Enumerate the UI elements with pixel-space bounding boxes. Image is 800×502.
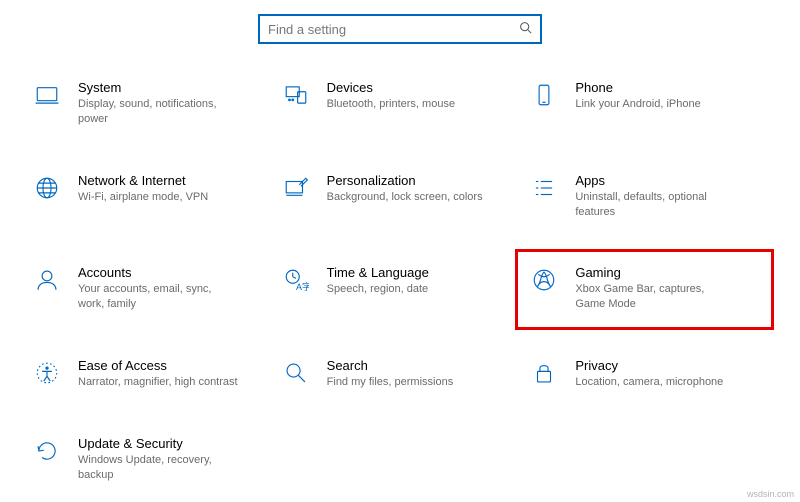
- category-desc: Find my files, permissions: [327, 375, 487, 390]
- category-time-language[interactable]: A字 Time & Language Speech, region, date: [281, 259, 520, 318]
- watermark: wsdsin.com: [747, 489, 794, 499]
- category-desc: Your accounts, email, sync, work, family: [78, 282, 238, 312]
- category-desc: Bluetooth, printers, mouse: [327, 97, 487, 112]
- category-search[interactable]: Search Find my files, permissions: [281, 352, 520, 396]
- category-title: Apps: [575, 173, 762, 188]
- devices-icon: [281, 80, 311, 110]
- category-title: Search: [327, 358, 514, 373]
- category-gaming[interactable]: Gaming Xbox Game Bar, captures, Game Mod…: [529, 259, 768, 318]
- category-desc: Display, sound, notifications, power: [78, 97, 238, 127]
- category-desc: Narrator, magnifier, high contrast: [78, 375, 238, 390]
- category-title: Devices: [327, 80, 514, 95]
- category-title: Privacy: [575, 358, 762, 373]
- phone-icon: [529, 80, 559, 110]
- category-title: Ease of Access: [78, 358, 265, 373]
- xbox-icon: [529, 265, 559, 295]
- svg-text:A字: A字: [296, 281, 309, 292]
- category-update-security[interactable]: Update & Security Windows Update, recove…: [32, 430, 271, 489]
- category-phone[interactable]: Phone Link your Android, iPhone: [529, 74, 768, 133]
- search-category-icon: [281, 358, 311, 388]
- system-icon: [32, 80, 62, 110]
- category-desc: Link your Android, iPhone: [575, 97, 735, 112]
- category-desc: Wi-Fi, airplane mode, VPN: [78, 190, 238, 205]
- personalization-icon: [281, 173, 311, 203]
- ease-of-access-icon: [32, 358, 62, 388]
- category-devices[interactable]: Devices Bluetooth, printers, mouse: [281, 74, 520, 133]
- category-title: Personalization: [327, 173, 514, 188]
- category-title: Network & Internet: [78, 173, 265, 188]
- category-accounts[interactable]: Accounts Your accounts, email, sync, wor…: [32, 259, 271, 318]
- category-title: Time & Language: [327, 265, 514, 280]
- category-desc: Location, camera, microphone: [575, 375, 735, 390]
- category-desc: Xbox Game Bar, captures, Game Mode: [575, 282, 735, 312]
- search-input-box[interactable]: [258, 14, 542, 44]
- category-system[interactable]: System Display, sound, notifications, po…: [32, 74, 271, 133]
- time-language-icon: A字: [281, 265, 311, 295]
- apps-icon: [529, 173, 559, 203]
- globe-icon: [32, 173, 62, 203]
- category-privacy[interactable]: Privacy Location, camera, microphone: [529, 352, 768, 396]
- category-title: System: [78, 80, 265, 95]
- category-apps[interactable]: Apps Uninstall, defaults, optional featu…: [529, 167, 768, 226]
- search-container: [0, 0, 800, 74]
- category-network[interactable]: Network & Internet Wi-Fi, airplane mode,…: [32, 167, 271, 226]
- category-ease-of-access[interactable]: Ease of Access Narrator, magnifier, high…: [32, 352, 271, 396]
- lock-icon: [529, 358, 559, 388]
- category-title: Phone: [575, 80, 762, 95]
- category-personalization[interactable]: Personalization Background, lock screen,…: [281, 167, 520, 226]
- category-desc: Windows Update, recovery, backup: [78, 453, 238, 483]
- category-title: Update & Security: [78, 436, 265, 451]
- accounts-icon: [32, 265, 62, 295]
- category-desc: Uninstall, defaults, optional features: [575, 190, 735, 220]
- category-title: Gaming: [575, 265, 762, 280]
- category-title: Accounts: [78, 265, 265, 280]
- category-desc: Speech, region, date: [327, 282, 487, 297]
- search-icon: [519, 21, 532, 37]
- update-icon: [32, 436, 62, 466]
- category-desc: Background, lock screen, colors: [327, 190, 487, 205]
- settings-grid: System Display, sound, notifications, po…: [0, 74, 800, 499]
- search-input[interactable]: [268, 22, 519, 37]
